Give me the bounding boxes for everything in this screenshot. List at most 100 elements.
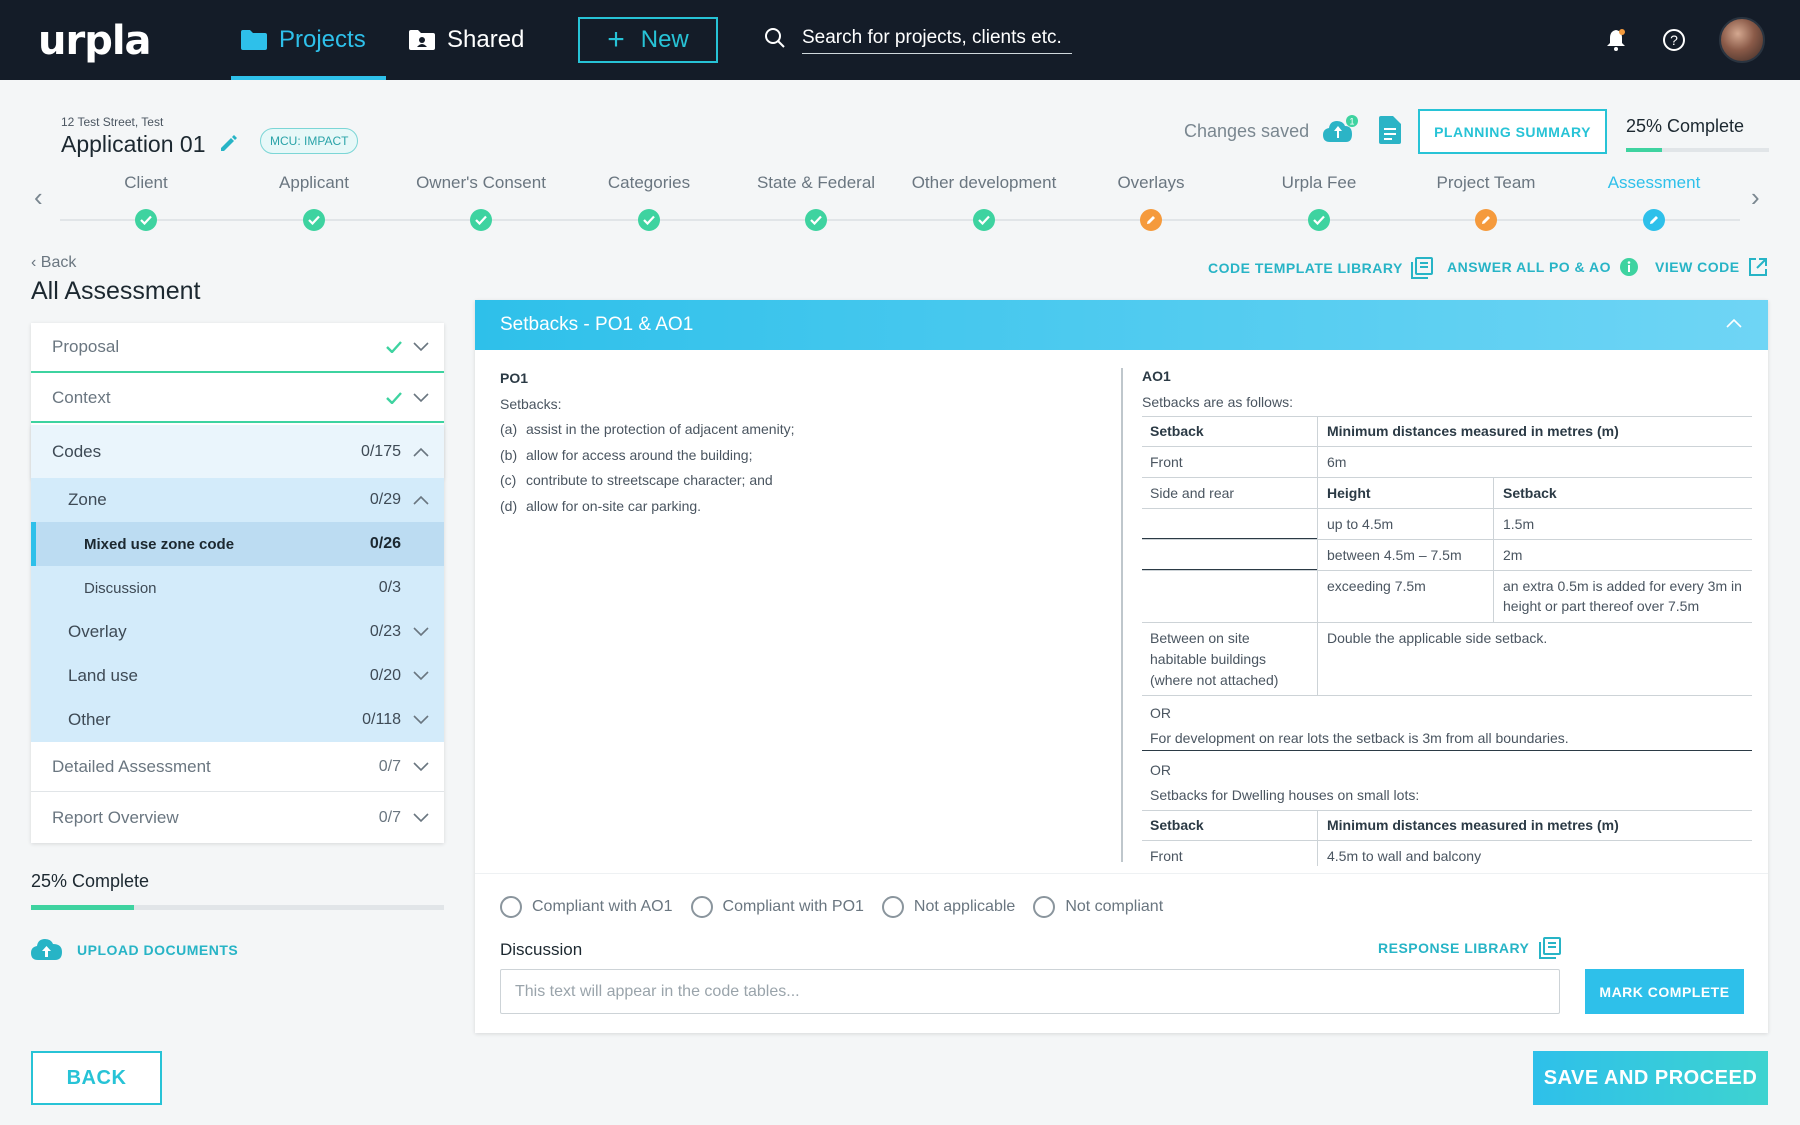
pencil-icon bbox=[1643, 209, 1665, 231]
menu-report-overview[interactable]: Report Overview 0/7 bbox=[31, 793, 444, 843]
po-item-text: contribute to streetscape character; and bbox=[526, 472, 773, 488]
menu-label: Detailed Assessment bbox=[52, 756, 211, 776]
menu-context[interactable]: Context bbox=[31, 375, 444, 423]
ao-setback-header: Setback bbox=[1503, 485, 1557, 501]
menu-mixed-use-zone-code[interactable]: Mixed use zone code 0/26 bbox=[31, 522, 444, 566]
radio-label: Not applicable bbox=[913, 898, 1016, 915]
ao-front: Front bbox=[1150, 848, 1183, 864]
active-tab-indicator bbox=[231, 76, 386, 80]
po-item-label: (a) bbox=[500, 421, 518, 437]
back-button[interactable]: BACK bbox=[31, 1051, 162, 1105]
urpla-logo[interactable]: urpla bbox=[38, 18, 152, 64]
menu-zone[interactable]: Zone 0/29 bbox=[31, 478, 444, 522]
assessment-menu: Proposal Context Codes 0/175 Zone 0/29 M… bbox=[31, 323, 444, 843]
menu-label: Zone bbox=[68, 490, 107, 509]
ao-s1: 1.5m bbox=[1503, 516, 1535, 532]
new-button[interactable]: + New bbox=[578, 17, 718, 63]
answer-all-link[interactable]: ANSWER ALL PO & AO bbox=[1447, 257, 1639, 277]
upload-documents-link[interactable]: UPLOAD DOCUMENTS bbox=[31, 938, 238, 962]
menu-label: Other bbox=[68, 710, 111, 729]
menu-label: Codes bbox=[52, 441, 102, 461]
col-setback: Setback bbox=[1150, 817, 1204, 833]
radio-compliant-ao1[interactable]: Compliant with AO1 bbox=[500, 896, 673, 918]
pencil-icon bbox=[1475, 209, 1497, 231]
search-input[interactable] bbox=[802, 22, 1072, 54]
code-template-library-label: CODE TEMPLATE LIBRARY bbox=[1208, 260, 1403, 276]
nav-shared[interactable]: Shared bbox=[409, 0, 524, 80]
menu-codes[interactable]: Codes 0/175 bbox=[31, 425, 444, 478]
search-bar bbox=[764, 22, 1072, 54]
menu-overlay[interactable]: Overlay 0/23 bbox=[31, 610, 444, 654]
chevron-up-icon[interactable] bbox=[1726, 318, 1742, 328]
radio-circle bbox=[500, 896, 522, 918]
menu-discussion[interactable]: Discussion 0/3 bbox=[31, 566, 444, 610]
radio-not-compliant[interactable]: Not compliant bbox=[1033, 896, 1163, 918]
left-progress-bar bbox=[31, 905, 444, 910]
po-item-text: allow for access around the building; bbox=[526, 446, 753, 463]
col-min-distance: Minimum distances measured in metres (m) bbox=[1327, 423, 1619, 439]
steps-prev-arrow[interactable]: ‹ bbox=[34, 182, 43, 213]
menu-land-use[interactable]: Land use 0/20 bbox=[31, 654, 444, 698]
ao-row-between: Between on site habitable buildings (whe… bbox=[1142, 622, 1752, 696]
pencil-icon[interactable] bbox=[219, 133, 239, 153]
ao-h2: between 4.5m – 7.5m bbox=[1327, 547, 1462, 563]
nav-projects-label: Projects bbox=[279, 26, 366, 53]
check-icon bbox=[973, 209, 995, 231]
menu-label: Overlay bbox=[68, 622, 127, 641]
radio-label: Not compliant bbox=[1065, 898, 1164, 915]
check-icon bbox=[303, 209, 325, 231]
user-avatar[interactable] bbox=[1719, 17, 1765, 63]
chevron-up-icon bbox=[413, 447, 429, 457]
percent-complete-label: 25% Complete bbox=[1626, 116, 1745, 136]
column-divider bbox=[1121, 368, 1123, 862]
selected-indicator bbox=[31, 522, 36, 566]
col-min-distance: Minimum distances measured in metres (m) bbox=[1327, 817, 1619, 833]
menu-proposal[interactable]: Proposal bbox=[31, 323, 444, 373]
radio-compliant-po1[interactable]: Compliant with PO1 bbox=[690, 896, 864, 918]
menu-label: Context bbox=[52, 388, 111, 407]
code-template-library-link[interactable]: CODE TEMPLATE LIBRARY bbox=[1208, 257, 1433, 279]
radio-not-applicable[interactable]: Not applicable bbox=[881, 896, 1016, 918]
changes-saved-status: Changes saved bbox=[1184, 121, 1310, 141]
menu-other[interactable]: Other 0/118 bbox=[31, 698, 444, 742]
back-link[interactable]: ‹ Back bbox=[31, 254, 76, 272]
mark-complete-button[interactable]: MARK COMPLETE bbox=[1585, 969, 1744, 1014]
search-icon bbox=[765, 28, 785, 48]
step-label: Assessment bbox=[1607, 173, 1701, 192]
po-item: (b) allow for access around the building; bbox=[500, 443, 1120, 469]
ao-s2: 2m bbox=[1503, 547, 1523, 563]
ao-or: OR bbox=[1150, 705, 1171, 721]
save-and-proceed-button[interactable]: SAVE AND PROCEED bbox=[1533, 1051, 1768, 1105]
menu-label: Mixed use zone code bbox=[84, 535, 235, 553]
notification-bell-icon[interactable] bbox=[1604, 28, 1628, 52]
ao-front-value: 6m bbox=[1327, 454, 1347, 470]
nav-projects[interactable]: Projects bbox=[231, 0, 386, 80]
ao-table-header-2: Setback Minimum distances measured in me… bbox=[1142, 810, 1752, 841]
view-code-link[interactable]: VIEW CODE bbox=[1655, 257, 1768, 277]
check-icon bbox=[135, 209, 157, 231]
response-library-link[interactable]: RESPONSE LIBRARY bbox=[1378, 937, 1562, 959]
help-icon[interactable]: ? bbox=[1662, 28, 1686, 52]
menu-count: 0/29 bbox=[369, 491, 401, 508]
planning-summary-button[interactable]: PLANNING SUMMARY bbox=[1418, 109, 1607, 154]
performance-outcome: PO1 Setbacks: (a) assist in the protectio… bbox=[500, 366, 1120, 519]
view-code-label: VIEW CODE bbox=[1655, 259, 1740, 275]
chevron-down-icon bbox=[413, 813, 429, 823]
check-icon bbox=[386, 392, 402, 404]
nav-shared-label: Shared bbox=[447, 26, 525, 53]
po-item-label: (c) bbox=[500, 472, 517, 488]
left-progress-fill bbox=[31, 905, 135, 910]
card-header[interactable]: Setbacks - PO1 & AO1 bbox=[475, 300, 1768, 350]
library-icon bbox=[1539, 937, 1562, 959]
header-progress-bar bbox=[1626, 148, 1769, 152]
document-icon[interactable] bbox=[1379, 116, 1401, 144]
ao-or: OR bbox=[1150, 762, 1171, 778]
menu-label: Report Overview bbox=[52, 808, 179, 827]
step-assessment[interactable]: Assessment bbox=[1554, 173, 1754, 231]
ao-row-small-lots: OR Setbacks for Dwelling houses on small… bbox=[1142, 752, 1752, 810]
cloud-upload-icon[interactable]: 1 bbox=[1322, 114, 1358, 146]
ao-between-value: Double the applicable side setback. bbox=[1327, 630, 1548, 646]
discussion-input[interactable] bbox=[500, 969, 1560, 1014]
back-link-label: Back bbox=[40, 254, 77, 271]
menu-detailed-assessment[interactable]: Detailed Assessment 0/7 bbox=[31, 742, 444, 792]
